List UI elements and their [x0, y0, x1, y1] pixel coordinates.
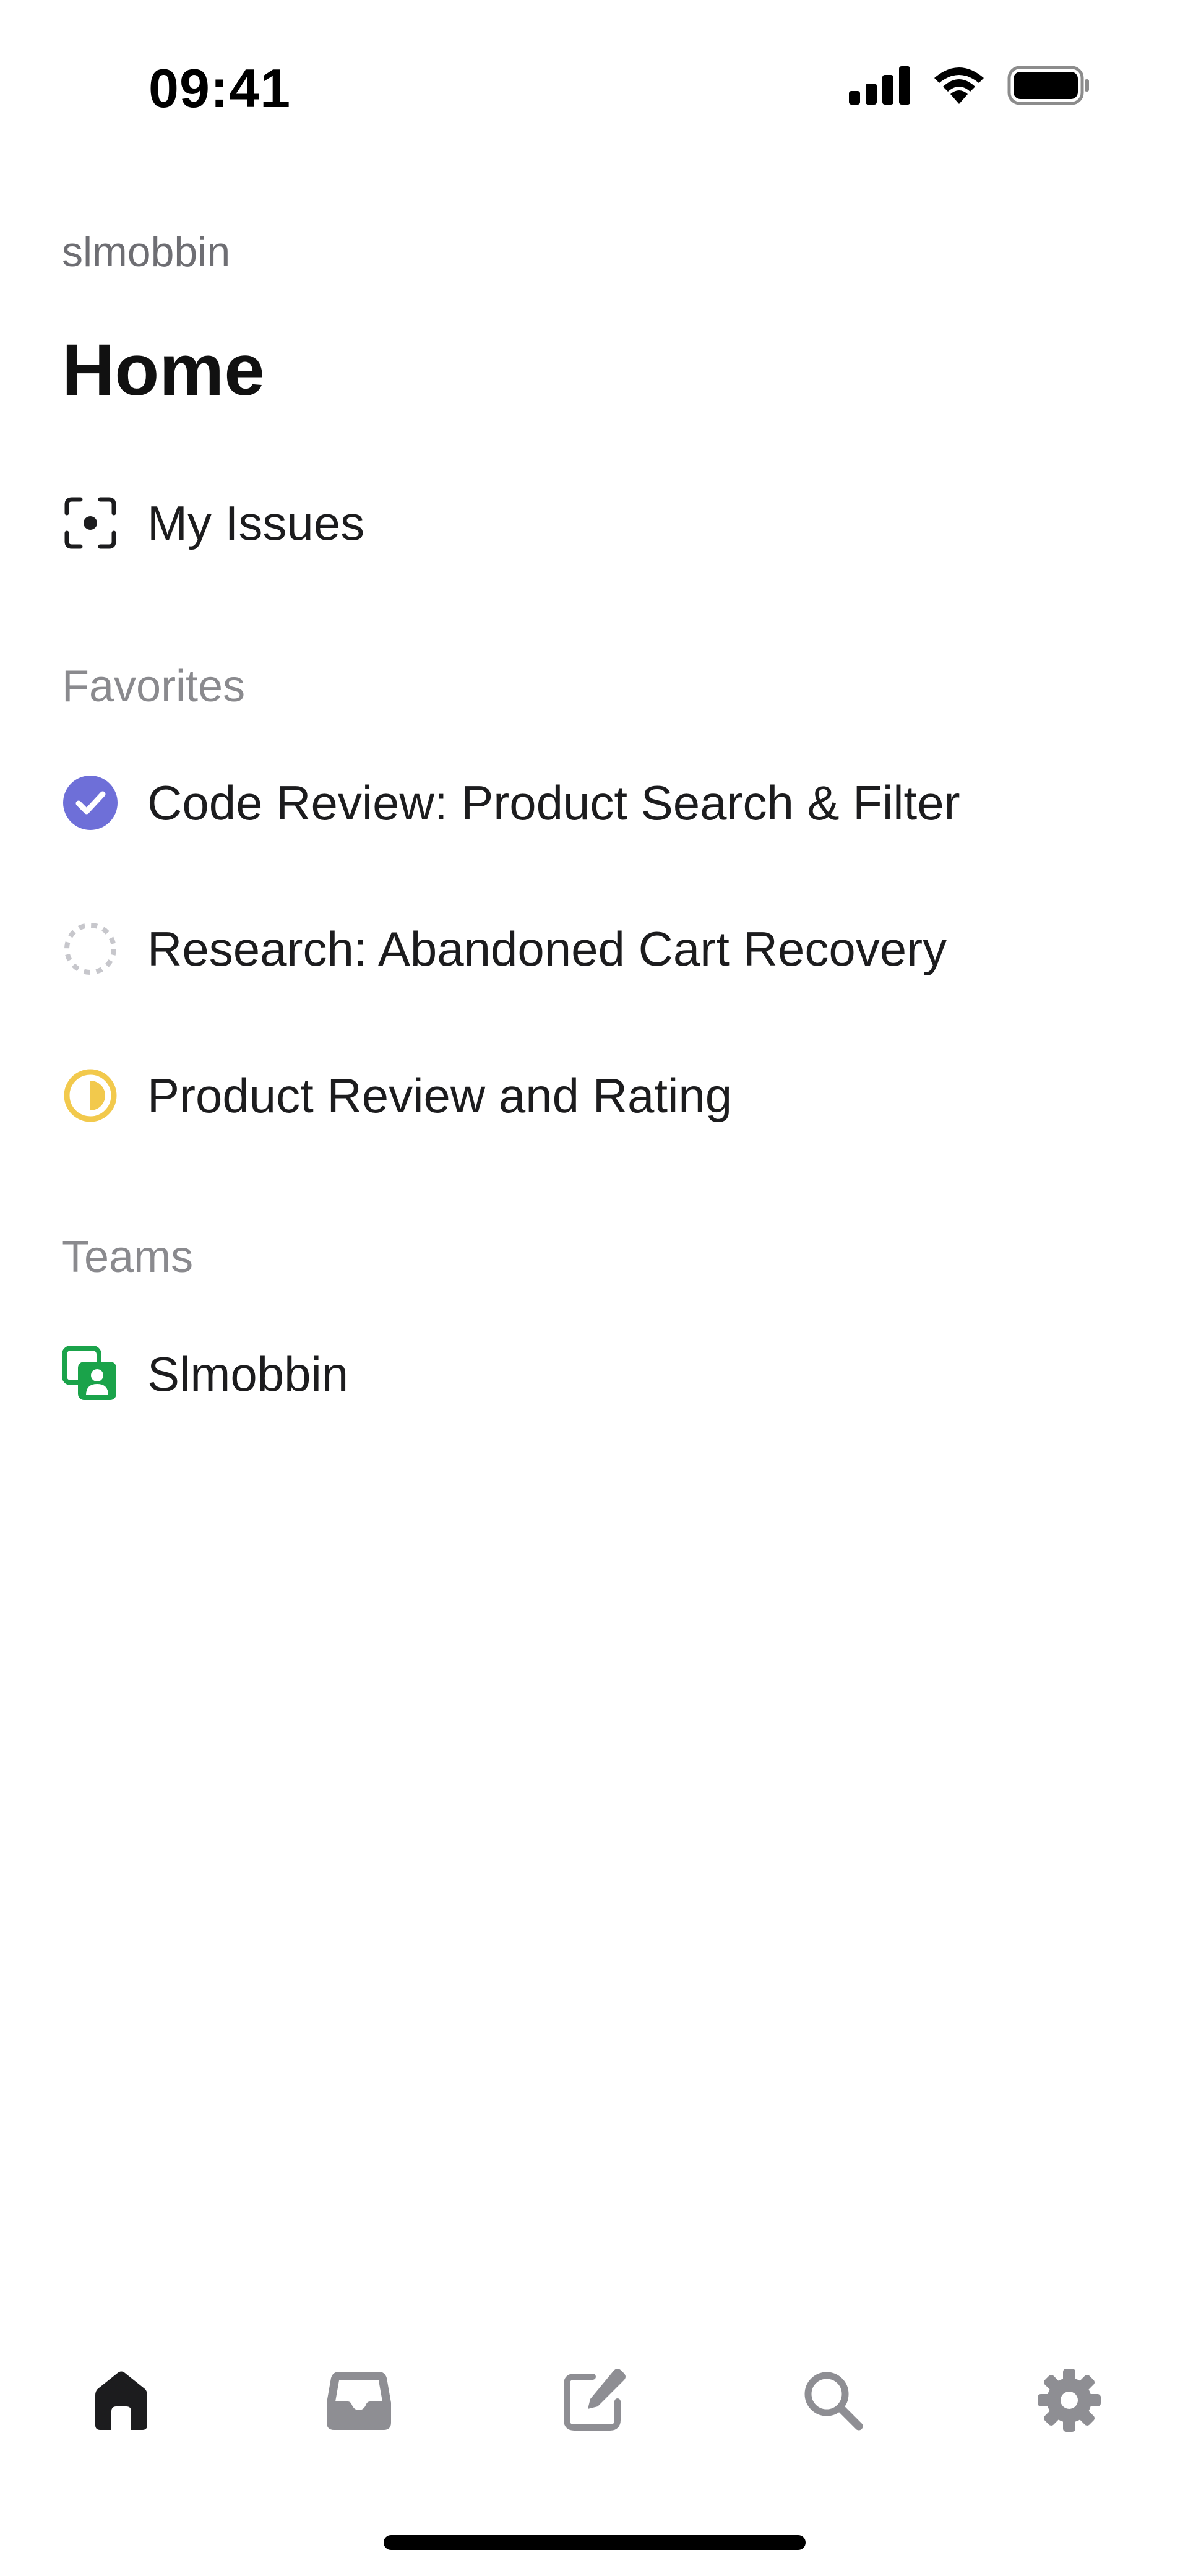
tab-inbox[interactable] [303, 2346, 415, 2457]
tab-compose[interactable] [538, 2346, 650, 2457]
favorite-item[interactable]: Code Review: Product Search & Filter [62, 759, 1126, 846]
status-bar: 09:41 [0, 0, 1188, 124]
home-indicator[interactable] [384, 2535, 806, 2550]
battery-icon [1007, 66, 1090, 108]
status-backlog-icon [62, 920, 119, 977]
favorite-item[interactable]: Research: Abandoned Cart Recovery [62, 905, 1126, 992]
page-title: Home [62, 329, 265, 411]
my-issues-label: My Issues [147, 495, 365, 550]
tab-bar [0, 2346, 1188, 2457]
favorites-section-title: Favorites [62, 662, 246, 711]
search-icon [802, 2369, 864, 2434]
favorite-item-label: Code Review: Product Search & Filter [147, 775, 960, 830]
focus-target-icon [62, 495, 119, 551]
cellular-signal-icon [849, 66, 911, 108]
gear-icon [1036, 2367, 1102, 2436]
status-icons [849, 66, 1090, 108]
wifi-icon [932, 66, 986, 108]
home-icon [90, 2368, 152, 2436]
my-issues-item[interactable]: My Issues [62, 480, 1126, 566]
inbox-icon [325, 2368, 392, 2436]
favorite-item-label: Research: Abandoned Cart Recovery [147, 921, 947, 976]
team-icon [62, 1346, 119, 1403]
tab-settings[interactable] [1014, 2346, 1125, 2457]
tab-home[interactable] [66, 2346, 177, 2457]
status-done-icon [62, 774, 119, 831]
status-in-progress-icon [62, 1067, 119, 1124]
team-item-label: Slmobbin [147, 1346, 349, 1401]
favorite-item[interactable]: Product Review and Rating [62, 1052, 1126, 1139]
compose-icon [561, 2367, 627, 2437]
favorite-item-label: Product Review and Rating [147, 1068, 733, 1123]
team-item[interactable]: Slmobbin [62, 1331, 1126, 1417]
status-time: 09:41 [148, 58, 291, 119]
tab-search[interactable] [777, 2346, 889, 2457]
teams-section-title: Teams [62, 1232, 194, 1282]
workspace-name[interactable]: slmobbin [62, 228, 230, 276]
